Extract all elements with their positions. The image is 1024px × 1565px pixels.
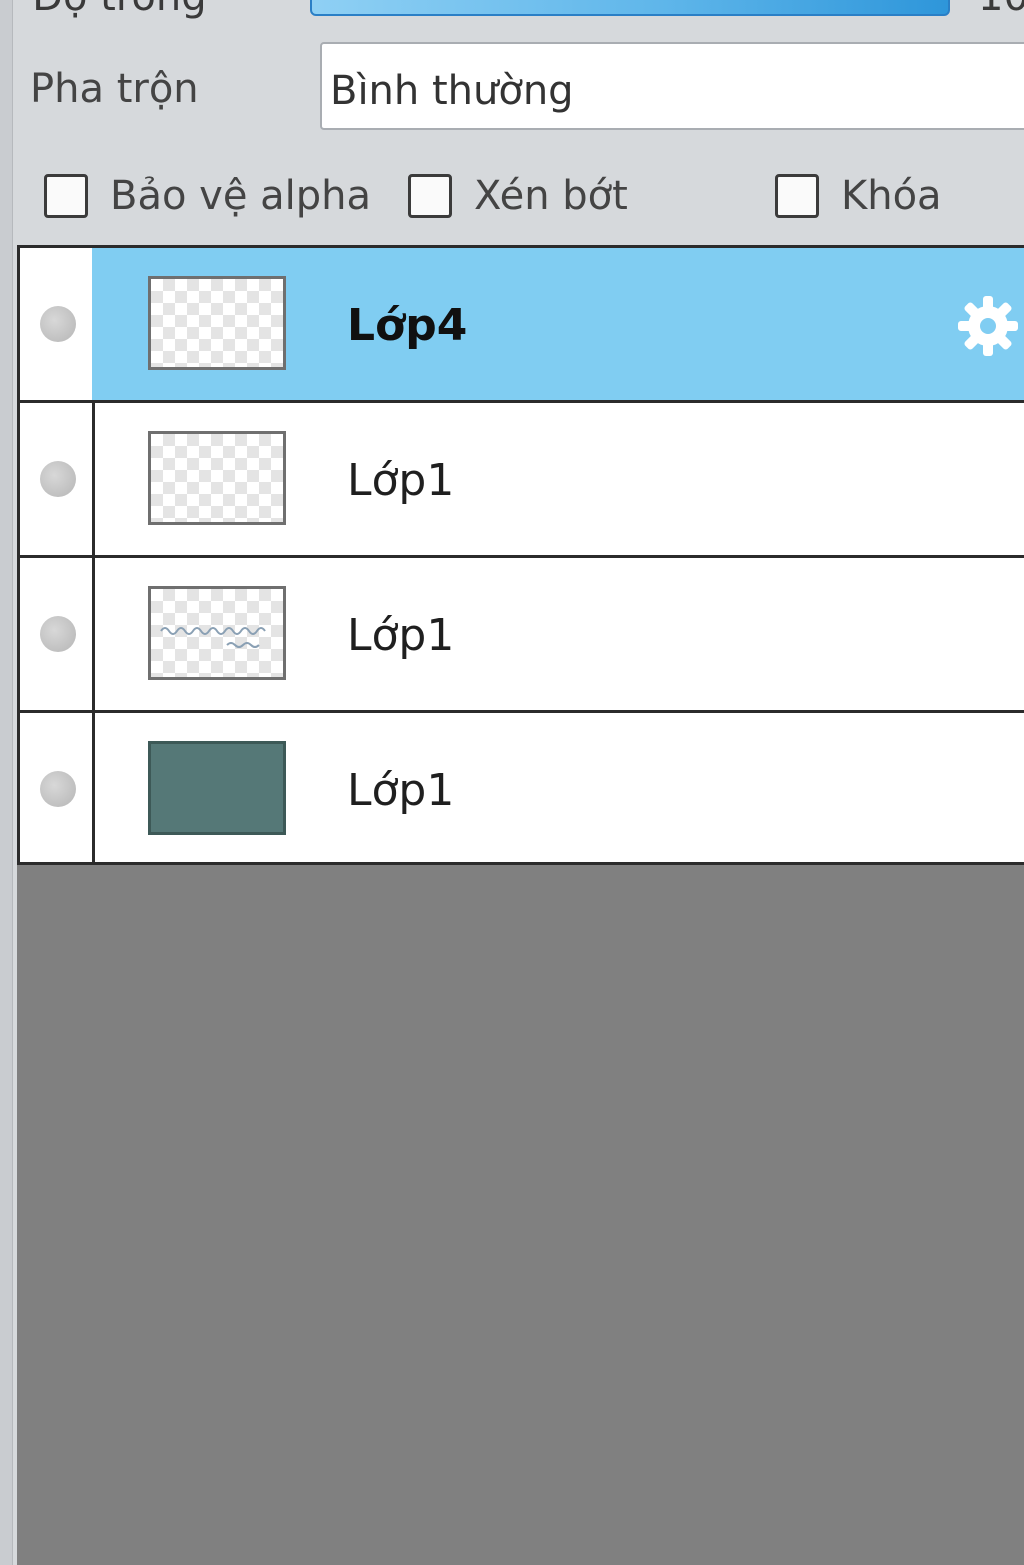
- visibility-toggle[interactable]: [17, 713, 95, 862]
- opacity-label: Độ trong: [32, 0, 207, 20]
- visibility-dot-icon: [40, 771, 76, 807]
- visibility-dot-icon: [40, 616, 76, 652]
- visibility-toggle[interactable]: [17, 403, 95, 555]
- lock-label: Khóa: [841, 173, 942, 219]
- gear-icon[interactable]: [952, 290, 1024, 362]
- layer-item[interactable]: Lớp1: [92, 713, 1024, 862]
- layer-thumbnail: [148, 431, 286, 525]
- blend-mode-select[interactable]: Bình thường: [320, 42, 1024, 130]
- layer-list: Lớp4 Lớp1 Lớp1 Lớp1: [17, 245, 1024, 865]
- layer-name: Lớp1: [347, 765, 455, 816]
- thumbnail-text-scribble: [160, 627, 266, 648]
- layer-row[interactable]: Lớp4: [17, 245, 1024, 400]
- layer-list-empty-area: [17, 865, 1024, 1565]
- opacity-slider[interactable]: [310, 0, 950, 16]
- layer-row[interactable]: Lớp1: [17, 555, 1024, 710]
- clipping-label: Xén bớt: [474, 173, 628, 219]
- visibility-dot-icon: [40, 461, 76, 497]
- clipping-checkbox[interactable]: [408, 174, 452, 218]
- layer-row[interactable]: Lớp1: [17, 400, 1024, 555]
- visibility-dot-icon: [40, 306, 76, 342]
- blend-mode-value: Bình thường: [330, 68, 574, 114]
- layer-name: Lớp1: [347, 455, 455, 506]
- protect-alpha-label: Bảo vệ alpha: [110, 173, 372, 219]
- clipping-option[interactable]: Xén bớt: [408, 166, 628, 226]
- visibility-toggle[interactable]: [17, 558, 95, 710]
- layer-item[interactable]: Lớp1: [92, 403, 1024, 555]
- blend-mode-label: Pha trộn: [30, 66, 199, 112]
- layer-item[interactable]: Lớp1: [92, 558, 1024, 710]
- layer-thumbnail: [148, 276, 286, 370]
- layers-panel: Độ trong 10 Pha trộn Bình thường Bảo vệ …: [0, 0, 1024, 1565]
- layer-item[interactable]: Lớp4: [92, 248, 1024, 400]
- lock-option[interactable]: Khóa: [775, 166, 942, 226]
- panel-left-edge: [0, 0, 13, 1565]
- layer-name: Lớp4: [347, 300, 468, 351]
- protect-alpha-option[interactable]: Bảo vệ alpha: [44, 166, 371, 226]
- layer-row[interactable]: Lớp1: [17, 710, 1024, 865]
- layer-thumbnail: [148, 586, 286, 680]
- layer-name: Lớp1: [347, 610, 455, 661]
- protect-alpha-checkbox[interactable]: [44, 174, 88, 218]
- layer-thumbnail: [148, 741, 286, 835]
- visibility-toggle[interactable]: [17, 248, 95, 400]
- opacity-value: 10: [978, 0, 1024, 20]
- lock-checkbox[interactable]: [775, 174, 819, 218]
